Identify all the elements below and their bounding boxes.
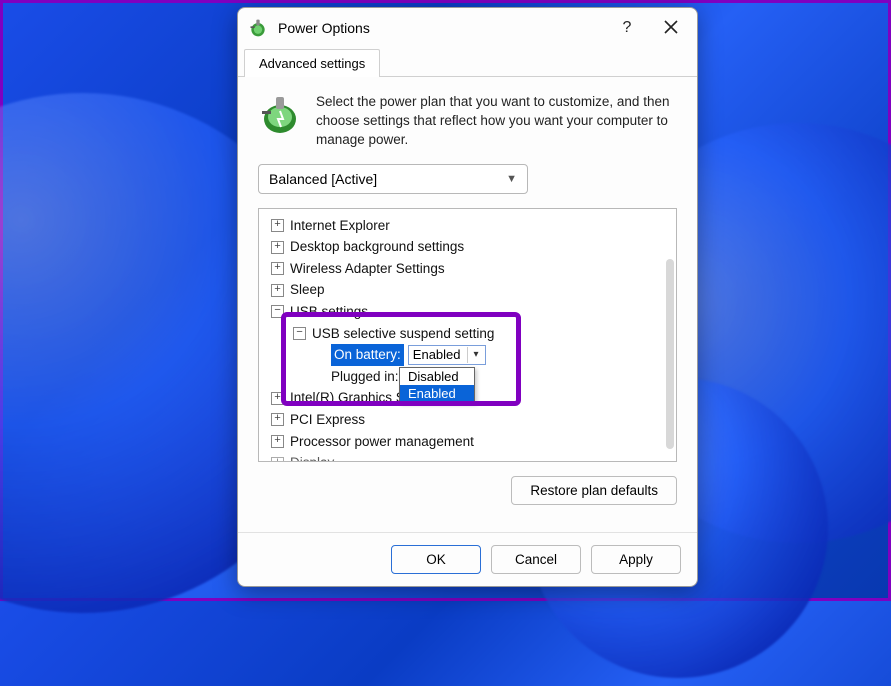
expand-icon[interactable]: + xyxy=(271,262,284,275)
expand-icon[interactable]: + xyxy=(271,219,284,232)
tree-item-internet-explorer[interactable]: + Internet Explorer xyxy=(263,215,672,237)
tree-item-usb-selective-suspend[interactable]: − USB selective suspend setting xyxy=(263,323,672,345)
settings-tree: + Internet Explorer + Desktop background… xyxy=(258,208,677,462)
collapse-icon[interactable]: − xyxy=(293,327,306,340)
expand-icon[interactable]: + xyxy=(271,392,284,405)
intro-text: Select the power plan that you want to c… xyxy=(316,93,677,150)
chevron-down-icon: ▾ xyxy=(467,347,485,363)
on-battery-value: Enabled xyxy=(409,345,467,366)
dropdown-option-disabled[interactable]: Disabled xyxy=(400,368,474,385)
power-options-dialog: Power Options ? Advanced settings xyxy=(237,7,698,587)
power-plan-selected-label: Balanced [Active] xyxy=(269,171,377,187)
titlebar: Power Options ? xyxy=(238,8,697,48)
tab-bar: Advanced settings xyxy=(238,48,697,77)
plugged-in-dropdown[interactable]: Disabled Enabled xyxy=(399,367,475,403)
power-plan-select[interactable]: Balanced [Active] ▼ xyxy=(258,164,528,194)
tree-scrollbar[interactable] xyxy=(666,259,674,449)
restore-defaults-button[interactable]: Restore plan defaults xyxy=(511,476,677,505)
expand-icon[interactable]: + xyxy=(271,413,284,426)
close-icon xyxy=(664,20,678,37)
tree-item-pci-express[interactable]: + PCI Express xyxy=(263,409,672,431)
apply-button[interactable]: Apply xyxy=(591,545,681,574)
tree-item-processor-power[interactable]: + Processor power management xyxy=(263,431,672,453)
tree-item-on-battery[interactable]: On battery: Enabled ▾ xyxy=(263,344,672,366)
tab-advanced-settings[interactable]: Advanced settings xyxy=(244,49,380,77)
collapse-icon[interactable]: − xyxy=(271,305,284,318)
tree-item-usb-settings[interactable]: − USB settings xyxy=(263,301,672,323)
power-options-icon xyxy=(248,18,268,38)
on-battery-label: On battery: xyxy=(331,344,404,366)
expand-icon[interactable]: + xyxy=(271,241,284,254)
dropdown-option-enabled[interactable]: Enabled xyxy=(400,385,474,402)
help-button[interactable]: ? xyxy=(605,8,649,48)
cancel-button[interactable]: Cancel xyxy=(491,545,581,574)
tree-item-wireless-adapter[interactable]: + Wireless Adapter Settings xyxy=(263,258,672,280)
help-icon: ? xyxy=(623,19,632,37)
expand-icon[interactable]: + xyxy=(271,284,284,297)
intro-row: Select the power plan that you want to c… xyxy=(258,93,677,150)
content-area: Select the power plan that you want to c… xyxy=(238,77,697,532)
tree-item-sleep[interactable]: + Sleep xyxy=(263,279,672,301)
chevron-down-icon: ▼ xyxy=(506,173,517,185)
ok-button[interactable]: OK xyxy=(391,545,481,574)
tree-item-desktop-background[interactable]: + Desktop background settings xyxy=(263,236,672,258)
dialog-footer: OK Cancel Apply xyxy=(238,532,697,586)
tree-item-display[interactable]: + Display xyxy=(263,452,672,461)
plugged-in-label: Plugged in: xyxy=(331,366,399,388)
window-title: Power Options xyxy=(278,20,605,36)
battery-plan-icon xyxy=(258,93,302,137)
close-button[interactable] xyxy=(649,8,693,48)
expand-icon[interactable]: + xyxy=(271,435,284,448)
expand-icon[interactable]: + xyxy=(271,457,284,462)
on-battery-value-combo[interactable]: Enabled ▾ xyxy=(408,345,486,365)
